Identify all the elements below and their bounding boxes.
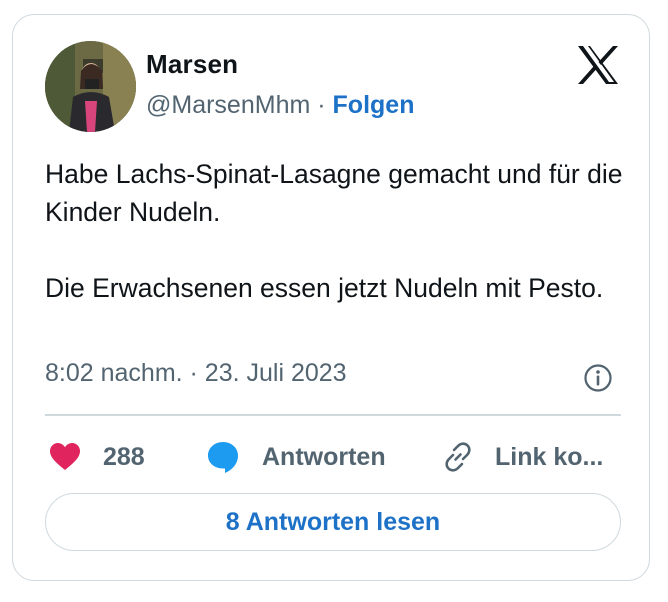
author-handle[interactable]: @MarsenMhm xyxy=(146,91,310,119)
tweet-text: Habe Lachs-Spinat-Lasagne gemacht und fü… xyxy=(45,155,625,307)
read-replies-button[interactable]: 8 Antworten lesen xyxy=(45,493,621,551)
heart-icon xyxy=(49,442,81,472)
separator-dot: · xyxy=(317,91,326,119)
avatar[interactable] xyxy=(45,41,136,132)
copy-link-button[interactable]: Link ko... xyxy=(441,435,603,479)
link-icon xyxy=(441,440,475,474)
tweet-embed-card: Marsen @MarsenMhm · Folgen Habe Lachs-Sp… xyxy=(12,14,650,581)
copy-link-label: Link ko... xyxy=(495,442,604,471)
like-button[interactable]: 288 xyxy=(49,435,145,479)
author-name[interactable]: Marsen xyxy=(146,49,238,80)
speech-bubble-icon xyxy=(206,440,240,474)
info-icon[interactable] xyxy=(583,363,613,393)
reply-button[interactable]: Antworten xyxy=(206,435,386,479)
like-count: 288 xyxy=(103,442,145,471)
x-logo-icon[interactable] xyxy=(576,45,620,85)
tweet-timestamp[interactable]: 8:02 nachm. · 23. Juli 2023 xyxy=(45,359,347,388)
divider xyxy=(45,414,621,416)
tweet-paragraph: Habe Lachs-Spinat-Lasagne gemacht und fü… xyxy=(45,159,623,227)
author-handle-row: @MarsenMhm · Folgen xyxy=(146,91,414,120)
tweet-paragraph: Die Erwachsenen essen jetzt Nudeln mit P… xyxy=(45,273,604,303)
reply-label: Antworten xyxy=(262,442,386,471)
follow-button[interactable]: Folgen xyxy=(333,91,415,119)
